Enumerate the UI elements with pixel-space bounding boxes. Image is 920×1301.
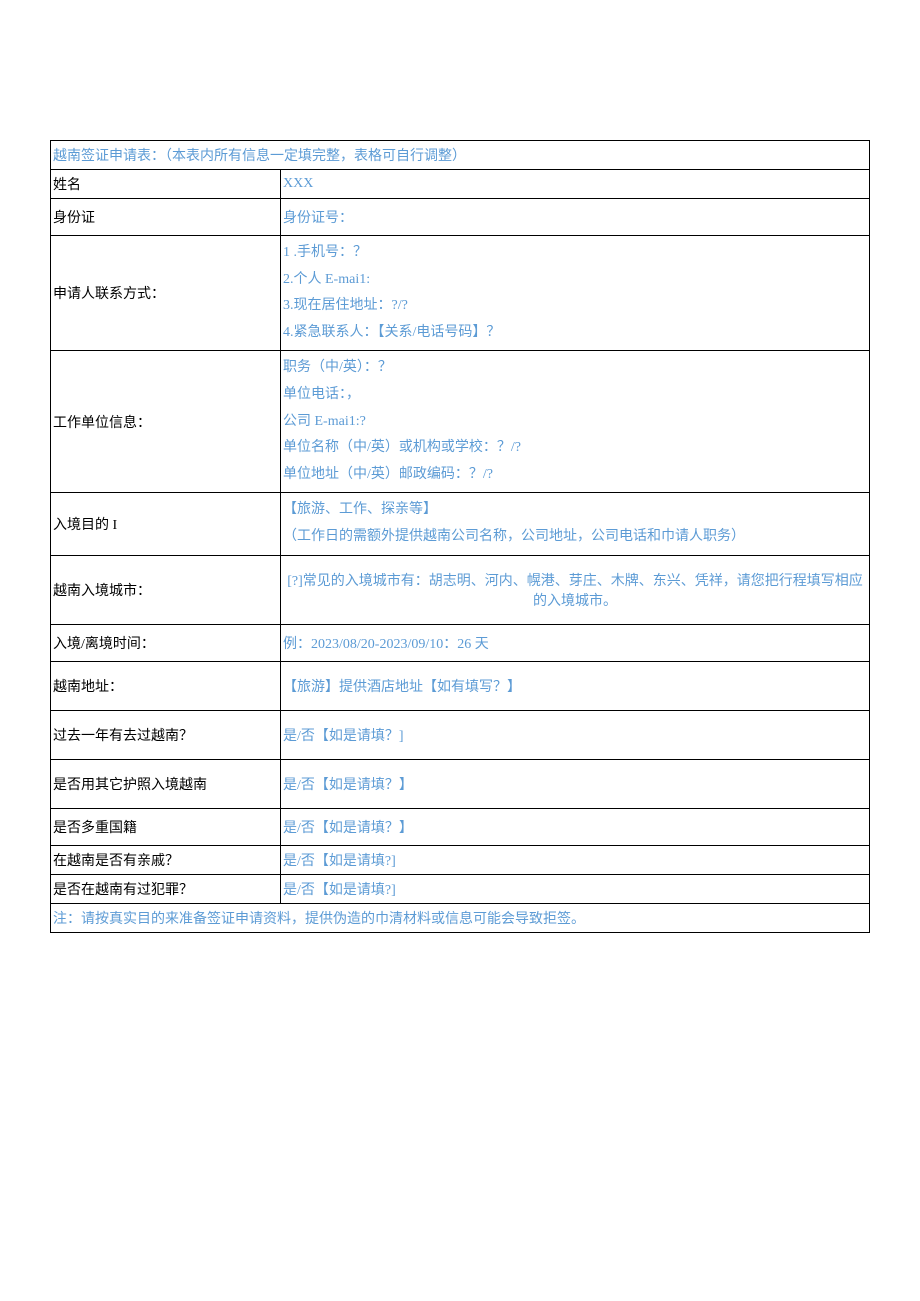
value-city: [?]常见的入境城市有：胡志明、河内、幌港、芽庄、木牌、东兴、凭祥，请您把行程填…	[281, 555, 870, 624]
form-footer: 注：请按真实目的来准备签证申请资料，提供伪造的巾清材料或信息可能会导致拒签。	[51, 903, 870, 932]
work-line3: 公司 E-mai1:?	[283, 409, 867, 436]
value-contact: 1 .手机号：？ 2.个人 E-mai1: 3.现在居住地址：?/? 4.紧急联…	[281, 236, 870, 351]
form-title: 越南签证申请表：（本表内所有信息一定填完整，表格可自行调整）	[51, 141, 870, 170]
work-line2: 单位电话：，	[283, 382, 867, 409]
contact-line4: 4.紧急联系人：【关系/电话号码】？	[283, 320, 867, 347]
contact-line3: 3.现在居住地址：?/?	[283, 293, 867, 320]
row-contact: 申请人联系方式： 1 .手机号：？ 2.个人 E-mai1: 3.现在居住地址：…	[51, 236, 870, 351]
work-line5: 单位地址（中/英）邮政编码：？/?	[283, 462, 867, 489]
label-city: 越南入境城市：	[51, 555, 281, 624]
value-relatives: 是/否【如是请填?]	[281, 845, 870, 874]
row-city: 越南入境城市： [?]常见的入境城市有：胡志明、河内、幌港、芽庄、木牌、东兴、凭…	[51, 555, 870, 624]
value-multi-nationality: 是/否【如是请填？】	[281, 808, 870, 845]
row-other-passport: 是否用其它护照入境越南 是/否【如是请填？】	[51, 759, 870, 808]
value-other-passport: 是/否【如是请填？】	[281, 759, 870, 808]
purpose-line2: （工作日的需额外提供越南公司名称，公司地址，公司电话和巾请人职务）	[283, 524, 867, 551]
purpose-line1: 【旅游、工作、探亲等】	[283, 497, 867, 524]
label-contact: 申请人联系方式：	[51, 236, 281, 351]
row-work: 工作单位信息： 职务（中/英）：？ 单位电话：， 公司 E-mai1:? 单位名…	[51, 351, 870, 493]
value-past-year: 是/否【如是请填？]	[281, 710, 870, 759]
title-row: 越南签证申请表：（本表内所有信息一定填完整，表格可自行调整）	[51, 141, 870, 170]
label-past-year: 过去一年有去过越南？	[51, 710, 281, 759]
work-line4: 单位名称（中/英）或机构或学校：？/?	[283, 435, 867, 462]
label-name: 姓名	[51, 170, 281, 199]
contact-line1: 1 .手机号：？	[283, 240, 867, 267]
label-address: 越南地址：	[51, 661, 281, 710]
value-crime: 是/否【如是请填?]	[281, 874, 870, 903]
value-time: 例：2023/08/20-2023/09/10：26 天	[281, 624, 870, 661]
row-time: 入境/离境时间： 例：2023/08/20-2023/09/10：26 天	[51, 624, 870, 661]
work-line1: 职务（中/英）：？	[283, 355, 867, 382]
label-multi-nationality: 是否多重国籍	[51, 808, 281, 845]
label-time: 入境/离境时间：	[51, 624, 281, 661]
row-name: 姓名 XXX	[51, 170, 870, 199]
visa-form-table: 越南签证申请表：（本表内所有信息一定填完整，表格可自行调整） 姓名 XXX 身份…	[50, 140, 870, 933]
value-purpose: 【旅游、工作、探亲等】 （工作日的需额外提供越南公司名称，公司地址，公司电话和巾…	[281, 493, 870, 555]
row-id: 身份证 身份证号：	[51, 199, 870, 236]
label-id: 身份证	[51, 199, 281, 236]
footer-row: 注：请按真实目的来准备签证申请资料，提供伪造的巾清材料或信息可能会导致拒签。	[51, 903, 870, 932]
value-name: XXX	[281, 170, 870, 199]
label-crime: 是否在越南有过犯罪？	[51, 874, 281, 903]
value-id: 身份证号：	[281, 199, 870, 236]
value-address: 【旅游】提供酒店地址【如有填写？】	[281, 661, 870, 710]
contact-line2: 2.个人 E-mai1:	[283, 267, 867, 294]
value-work: 职务（中/英）：？ 单位电话：， 公司 E-mai1:? 单位名称（中/英）或机…	[281, 351, 870, 493]
row-multi-nationality: 是否多重国籍 是/否【如是请填？】	[51, 808, 870, 845]
label-work: 工作单位信息：	[51, 351, 281, 493]
row-past-year: 过去一年有去过越南？ 是/否【如是请填？]	[51, 710, 870, 759]
row-purpose: 入境目的 I 【旅游、工作、探亲等】 （工作日的需额外提供越南公司名称，公司地址…	[51, 493, 870, 555]
label-purpose: 入境目的 I	[51, 493, 281, 555]
row-relatives: 在越南是否有亲戚？ 是/否【如是请填?]	[51, 845, 870, 874]
row-crime: 是否在越南有过犯罪？ 是/否【如是请填?]	[51, 874, 870, 903]
row-address: 越南地址： 【旅游】提供酒店地址【如有填写？】	[51, 661, 870, 710]
label-relatives: 在越南是否有亲戚？	[51, 845, 281, 874]
label-other-passport: 是否用其它护照入境越南	[51, 759, 281, 808]
